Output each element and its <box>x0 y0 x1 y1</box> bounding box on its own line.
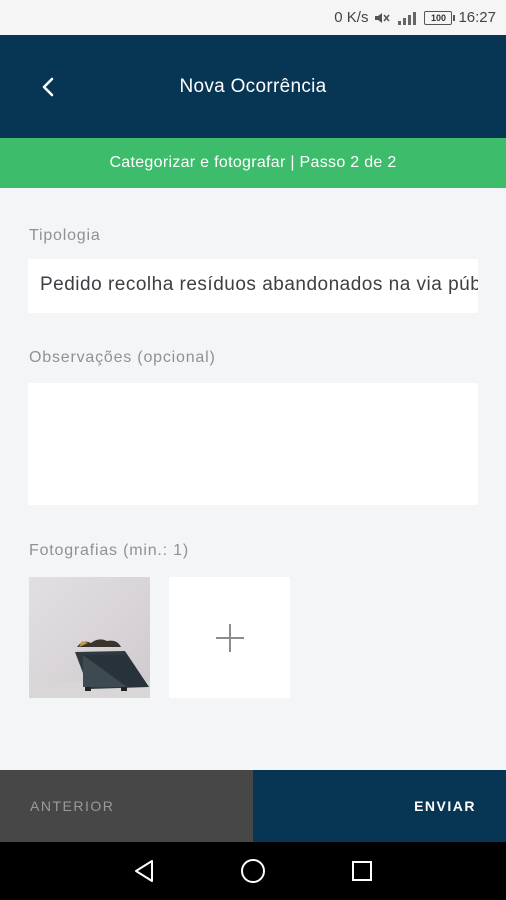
page-title: Nova Ocorrência <box>179 75 327 97</box>
nav-back-button[interactable] <box>129 856 159 886</box>
mute-icon <box>374 11 391 25</box>
signal-icon <box>396 11 418 25</box>
waste-container-photo <box>29 577 150 698</box>
add-photo-button[interactable] <box>169 577 290 698</box>
tipologia-field[interactable]: Pedido recolha resíduos abandonados na v… <box>28 259 478 313</box>
photo-thumbnail[interactable] <box>29 577 150 698</box>
chevron-left-icon <box>42 77 54 97</box>
action-bar: ANTERIOR ENVIAR <box>0 770 506 842</box>
recents-square-icon <box>351 861 372 881</box>
home-circle-icon <box>240 859 265 883</box>
battery-icon: 100 <box>424 10 456 25</box>
back-triangle-icon <box>135 860 154 882</box>
back-button[interactable] <box>28 67 68 107</box>
observacoes-label: Observações (opcional) <box>29 349 216 366</box>
fotografias-label: Fotografias (min.: 1) <box>29 542 189 559</box>
tipologia-label: Tipologia <box>29 227 101 244</box>
system-nav-bar <box>0 842 506 900</box>
app-bar: Nova Ocorrência <box>0 35 506 138</box>
previous-button[interactable]: ANTERIOR <box>0 770 253 842</box>
net-speed: 0 K/s <box>334 9 369 26</box>
send-button[interactable]: ENVIAR <box>253 770 506 842</box>
clock: 16:27 <box>458 9 496 26</box>
nav-home-button[interactable] <box>238 856 268 886</box>
status-bar: 0 K/s 100 16:27 <box>0 0 506 35</box>
step-indicator: Categorizar e fotografar | Passo 2 de 2 <box>0 138 506 188</box>
observacoes-input[interactable] <box>28 383 478 505</box>
nav-recents-button[interactable] <box>347 856 377 886</box>
plus-icon <box>215 623 244 652</box>
